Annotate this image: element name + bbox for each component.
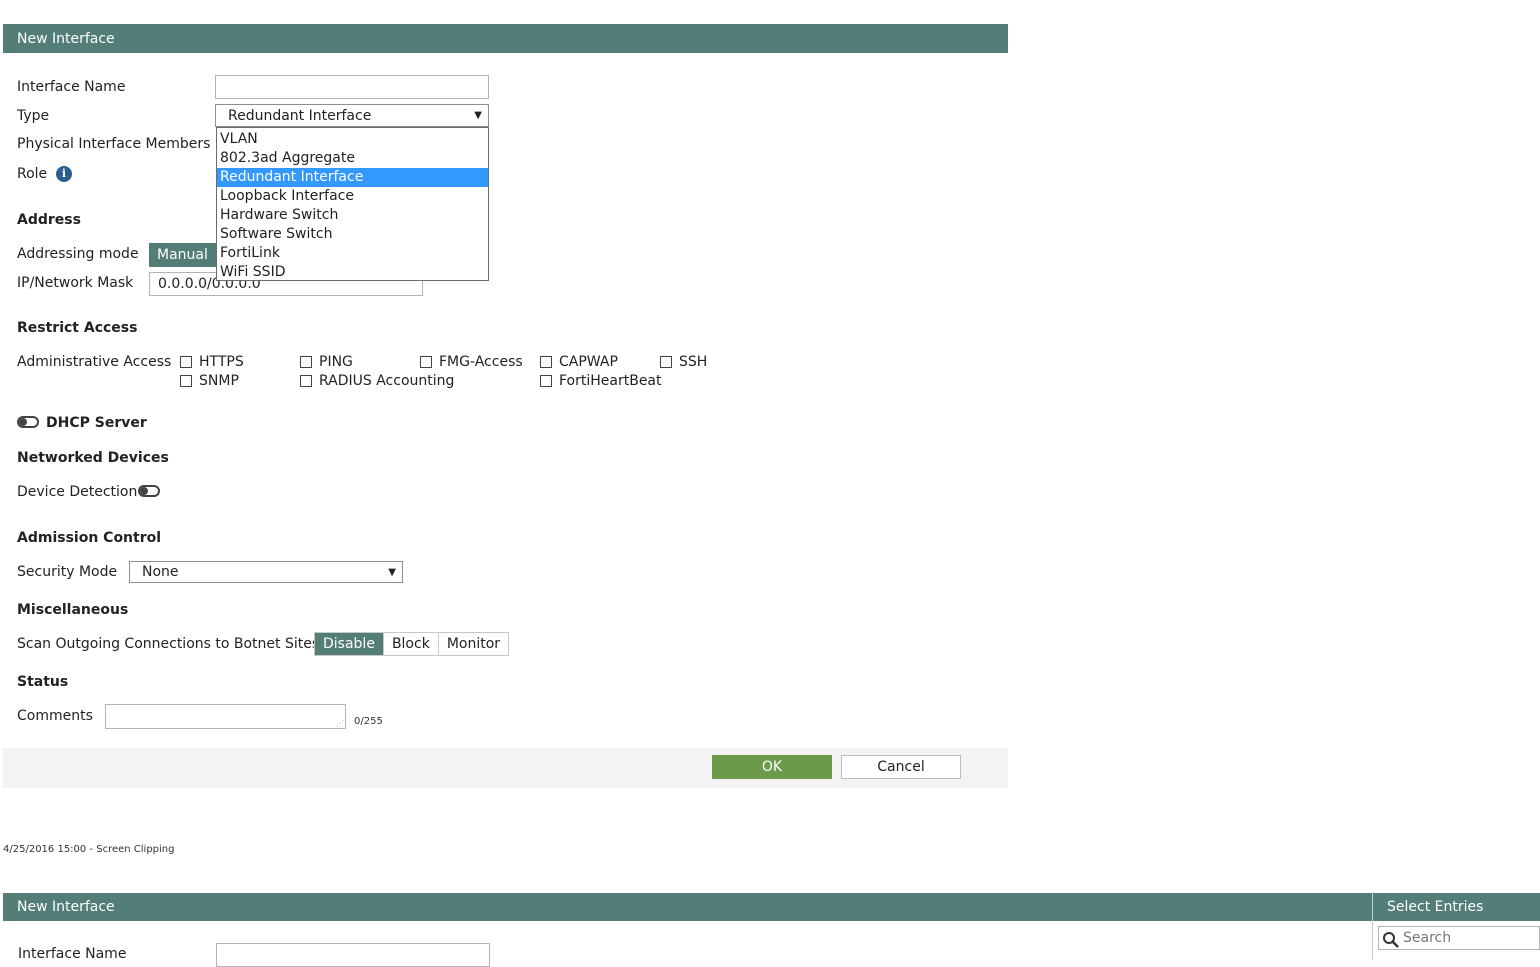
- addressing-mode-label: Addressing mode: [17, 246, 139, 262]
- botnet-block-button[interactable]: Block: [383, 633, 439, 655]
- comments-label: Comments: [17, 708, 93, 724]
- physical-members-label: Physical Interface Members: [17, 136, 211, 152]
- ping-label: PING: [319, 354, 353, 370]
- type-option-vlan[interactable]: VLAN: [217, 130, 488, 149]
- checkbox-ping[interactable]: [300, 356, 312, 368]
- restrict-access-section-title: Restrict Access: [17, 320, 138, 336]
- chevron-down-icon: ▼: [388, 566, 396, 578]
- snmp-label: SNMP: [199, 373, 239, 389]
- checkbox-fortiheartbeat[interactable]: [540, 375, 552, 387]
- security-mode-select[interactable]: None ▼: [129, 561, 403, 583]
- type-option-hardware-switch[interactable]: Hardware Switch: [217, 206, 488, 225]
- security-mode-label: Security Mode: [17, 564, 118, 580]
- botnet-scan-segmented: Disable Block Monitor: [314, 632, 510, 656]
- checkbox-https[interactable]: [180, 356, 192, 368]
- second-dialog-title: New Interface: [17, 899, 115, 915]
- second-dialog-title-bar: New Interface: [3, 893, 1372, 921]
- interface-name-label: Interface Name: [17, 79, 126, 95]
- device-detection-label: Device Detection: [17, 484, 138, 500]
- device-detection-toggle[interactable]: [138, 485, 160, 497]
- second-interface-name-input[interactable]: [216, 943, 490, 967]
- clipping-caption: 4/25/2016 15:00 - Screen Clipping: [3, 844, 175, 855]
- capwap-label: CAPWAP: [559, 354, 618, 370]
- interface-name-input[interactable]: [215, 75, 489, 99]
- type-option-software-switch[interactable]: Software Switch: [217, 225, 488, 244]
- status-section-title: Status: [17, 674, 69, 690]
- type-dropdown-list: VLAN 802.3ad Aggregate Redundant Interfa…: [216, 127, 489, 281]
- checkbox-ssh[interactable]: [660, 356, 672, 368]
- comments-textarea[interactable]: ⋰: [105, 704, 346, 729]
- type-option-wifi-ssid[interactable]: WiFi SSID: [217, 263, 488, 282]
- address-section-title: Address: [17, 212, 81, 228]
- checkbox-radius-accounting[interactable]: [300, 375, 312, 387]
- type-select[interactable]: Redundant Interface ▼: [215, 104, 489, 127]
- addressing-mode-manual-button[interactable]: Manual: [149, 243, 217, 267]
- search-placeholder: Search: [1403, 930, 1452, 946]
- type-option-fortilink[interactable]: FortiLink: [217, 244, 488, 263]
- admission-control-section-title: Admission Control: [17, 530, 162, 546]
- ip-mask-label: IP/Network Mask: [17, 275, 134, 291]
- resize-handle-icon[interactable]: ⋰: [336, 719, 344, 728]
- dhcp-server-label: DHCP Server: [46, 415, 147, 431]
- administrative-access-label: Administrative Access: [17, 354, 172, 370]
- cancel-button[interactable]: Cancel: [841, 755, 961, 779]
- botnet-disable-button[interactable]: Disable: [315, 633, 384, 655]
- botnet-monitor-button[interactable]: Monitor: [438, 633, 509, 655]
- security-mode-value: None: [142, 564, 179, 580]
- checkbox-fmg-access[interactable]: [420, 356, 432, 368]
- botnet-scan-label: Scan Outgoing Connections to Botnet Site…: [17, 636, 320, 652]
- manual-button-label: Manual: [157, 247, 208, 263]
- checkbox-snmp[interactable]: [180, 375, 192, 387]
- checkbox-capwap[interactable]: [540, 356, 552, 368]
- info-icon[interactable]: i: [56, 166, 72, 182]
- https-label: HTTPS: [199, 354, 244, 370]
- networked-devices-section-title: Networked Devices: [17, 450, 169, 466]
- radius-accounting-label: RADIUS Accounting: [319, 373, 455, 389]
- type-option-aggregate[interactable]: 802.3ad Aggregate: [217, 149, 488, 168]
- miscellaneous-section-title: Miscellaneous: [17, 602, 129, 618]
- search-input[interactable]: Search: [1378, 926, 1540, 950]
- select-entries-divider: [1372, 893, 1373, 960]
- fortiheartbeat-label: FortiHeartBeat: [559, 373, 662, 389]
- ssh-label: SSH: [679, 354, 708, 370]
- dhcp-server-toggle[interactable]: [17, 416, 39, 428]
- search-icon: [1383, 932, 1399, 948]
- dialog-title-bar: New Interface: [3, 24, 1008, 53]
- select-entries-title: Select Entries: [1387, 899, 1484, 915]
- ok-button[interactable]: OK: [712, 755, 832, 779]
- comments-counter: 0/255: [354, 716, 383, 727]
- select-entries-title-bar: Select Entries: [1373, 893, 1540, 921]
- chevron-down-icon: ▼: [474, 110, 482, 121]
- type-option-loopback[interactable]: Loopback Interface: [217, 187, 488, 206]
- fmg-access-label: FMG-Access: [439, 354, 523, 370]
- role-label: Role: [17, 166, 48, 182]
- dialog-title: New Interface: [17, 30, 115, 47]
- type-label: Type: [17, 108, 50, 124]
- type-option-redundant[interactable]: Redundant Interface: [217, 168, 488, 187]
- type-select-value: Redundant Interface: [228, 107, 372, 124]
